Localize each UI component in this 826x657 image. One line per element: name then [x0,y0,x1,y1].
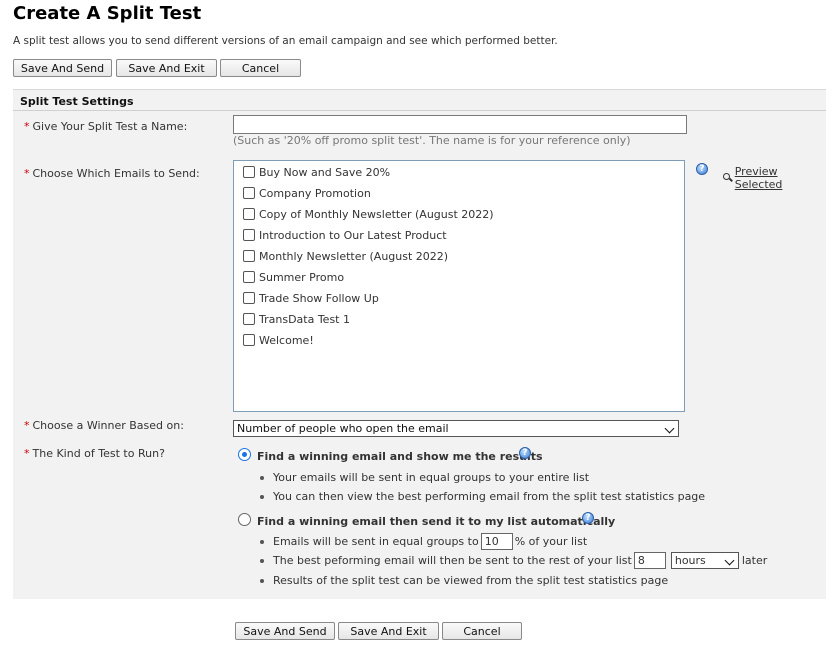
percent-input[interactable]: 10 [480,533,513,550]
checkbox[interactable] [243,229,255,241]
list-item: You can then view the best performing em… [260,490,705,503]
email-option-summer-promo[interactable]: Summer Promo [243,269,344,285]
cancel-button[interactable]: Cancel [220,59,301,77]
checkbox[interactable] [243,292,255,304]
page-intro: A split test allows you to send differen… [13,35,558,47]
option-manual-title[interactable]: Find a winning email and show me the res… [257,450,543,463]
checkbox[interactable] [243,187,255,199]
checkbox[interactable] [243,250,255,262]
checkbox[interactable] [243,334,255,346]
delay-input[interactable]: 8 [633,552,666,569]
email-option-transdata-test[interactable]: TransData Test 1 [243,311,350,327]
name-label: * Give Your Split Test a Name: [24,120,188,133]
email-option-introduction[interactable]: Introduction to Our Latest Product [243,227,447,243]
page-title: Create A Split Test [13,3,202,24]
radio-manual[interactable] [238,448,251,461]
option-auto-title[interactable]: Find a winning email then send it to my … [257,515,615,528]
list-item: Results of the split test can be viewed … [260,574,668,587]
email-option-welcome[interactable]: Welcome! [243,332,314,348]
email-option-buy-now[interactable]: Buy Now and Save 20% [243,164,390,180]
name-hint: (Such as '20% off promo split test'. The… [233,134,631,147]
list-item: The best peforming email will then be se… [260,552,767,569]
required-mark: * [24,447,30,460]
required-mark: * [24,167,30,180]
help-icon[interactable]: ? [519,447,531,459]
email-option-monthly-newsletter[interactable]: Monthly Newsletter (August 2022) [243,248,448,264]
checkbox[interactable] [243,271,255,283]
required-mark: * [24,120,30,133]
list-item: Emails will be sent in equal groups to 1… [260,533,587,550]
winner-label: * Choose a Winner Based on: [24,419,184,432]
email-option-trade-show[interactable]: Trade Show Follow Up [243,290,379,306]
cancel-button-bottom[interactable]: Cancel [442,622,522,640]
radio-auto[interactable] [238,513,251,526]
save-and-send-button-bottom[interactable]: Save And Send [235,622,335,640]
winner-select[interactable]: Number of people who open the email [233,420,679,437]
chevron-down-icon [724,555,735,566]
kind-label: * The Kind of Test to Run? [24,447,165,460]
list-item: Your emails will be sent in equal groups… [260,471,589,484]
chevron-down-icon [664,423,675,434]
email-option-company-promotion[interactable]: Company Promotion [243,185,371,201]
magnifier-icon [723,172,733,184]
help-icon[interactable]: ? [582,512,594,524]
save-and-exit-button[interactable]: Save And Exit [116,59,217,77]
checkbox[interactable] [243,208,255,220]
save-and-exit-button-bottom[interactable]: Save And Exit [338,622,439,640]
help-icon[interactable]: ? [696,163,708,175]
required-mark: * [24,419,30,432]
emails-label: * Choose Which Emails to Send: [24,167,200,180]
delay-unit-select[interactable]: hours [670,552,739,569]
section-heading: Split Test Settings [20,95,134,108]
preview-selected-link[interactable]: Preview Selected [723,165,826,191]
section-divider [13,110,826,111]
email-list[interactable]: Buy Now and Save 20% Company Promotion C… [233,160,685,412]
checkbox[interactable] [243,166,255,178]
email-option-copy-monthly-newsletter[interactable]: Copy of Monthly Newsletter (August 2022) [243,206,494,222]
checkbox[interactable] [243,313,255,325]
split-test-name-input[interactable] [233,115,687,134]
save-and-send-button[interactable]: Save And Send [13,59,112,77]
